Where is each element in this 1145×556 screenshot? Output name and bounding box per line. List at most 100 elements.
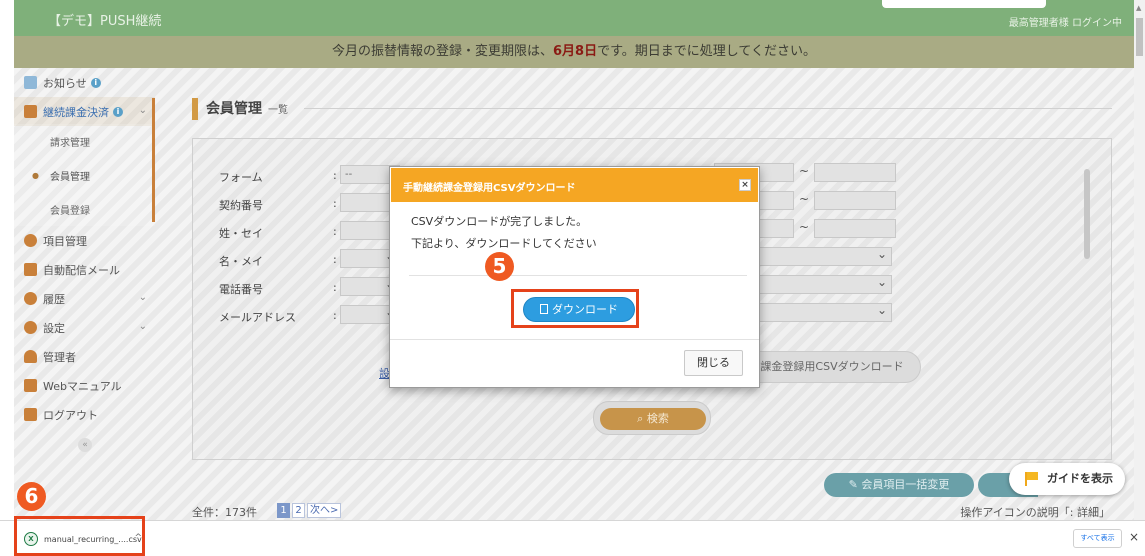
active-indicator [152,98,155,222]
icon-legend: 操作アイコンの説明「: 詳細」 [960,506,1110,519]
chevron-down-icon: ⌄ [138,292,147,303]
page-2[interactable]: 2 [292,503,305,518]
search-button-inner[interactable]: ⌕ 検索 [600,408,706,430]
info-icon: i [90,77,101,88]
close-download-bar-icon[interactable]: × [1129,530,1139,544]
form-label-last-name: 姓・セイ [219,227,263,240]
sidebar-item-label: 管理者 [43,350,76,364]
sidebar-subitem-register[interactable]: 会員登録 [14,192,155,226]
page-title-text: 会員管理 [206,101,262,117]
range-to-input[interactable] [814,163,896,182]
sidebar-item-label: Webマニュアル [43,379,122,393]
close-icon[interactable]: × [739,179,751,191]
chevron-down-icon: ⌄ [138,321,147,332]
form-colon: : [333,197,337,210]
step-badge-6: 6 [17,482,46,511]
top-bar: 【デモ】PUSH継続 最高管理者様 ログイン中 [14,0,1134,36]
show-guide-label: ガイドを表示 [1047,472,1113,485]
csv-download-modal: 手動継続課金登録用CSVダウンロード × CSVダウンロードが完了しました。 下… [389,166,760,388]
window-scrollbar-thumb[interactable] [1136,18,1143,56]
user-icon: ● [32,170,39,180]
range-to-input[interactable] [814,219,896,238]
modal-divider [409,275,747,276]
modal-header: 手動継続課金登録用CSVダウンロード × [391,168,758,202]
form-colon: : [333,169,337,182]
bulk-edit-button[interactable]: ✎ 会員項目一括変更 [824,473,974,497]
page-title: 会員管理 一覧 [192,98,288,120]
chart-icon [24,76,37,89]
sidebar-item-auto-mail[interactable]: 自動配信メール [14,255,155,284]
notice-deadline: 6月8日 [553,44,598,59]
sidebar-item-recurring-billing[interactable]: 継続課金決済 i ⌄ [14,97,155,126]
cubes-icon [24,234,37,247]
collapse-sidebar-button[interactable]: « [78,438,92,452]
card-icon [24,105,37,118]
search-button-label: 検索 [646,412,669,425]
show-guide-button[interactable]: ガイドを表示 [1009,463,1125,495]
search-button[interactable]: ⌕ 検索 [593,401,711,435]
modal-footer-divider [390,339,759,340]
sidebar-item-admins[interactable]: 管理者 [14,342,155,371]
deadline-notice: 今月の振替情報の登録・変更期限は、6月8日です。期日までに処理してください。 [14,36,1134,68]
form-colon: : [333,225,337,238]
mail-icon [24,263,37,276]
history-icon [24,292,37,305]
sidebar-item-label: ログアウト [43,408,98,422]
pagination: 1 2 次へ> [277,503,342,518]
flag-icon [1025,472,1039,486]
range-tilde: ~ [799,220,810,234]
sidebar-item-news[interactable]: お知らせ i [14,68,155,97]
sidebar-item-label: 設定 [43,321,65,335]
sidebar-subitem-label: 請求管理 [50,137,90,149]
sidebar-item-label: 履歴 [43,292,65,306]
page-1[interactable]: 1 [277,503,290,518]
highlight-downloaded-file [14,516,145,556]
browser-download-bar: X manual_recurring_....csv ^ すべて表示 × [0,520,1145,556]
sidebar-subitem-label: 会員管理 [50,171,90,183]
notice-text-after: です。期日までに処理してください。 [597,44,817,59]
sidebar-subitem-billing[interactable]: 請求管理 [14,124,155,158]
highlight-download-button [511,289,639,328]
sidebar-item-settings[interactable]: 設定 ⌄ [14,313,155,342]
sidebar-item-logout[interactable]: ログアウト [14,400,155,429]
range-tilde: ~ [799,192,810,206]
sidebar-item-history[interactable]: 履歴 ⌄ [14,284,155,313]
form-colon: : [333,253,337,266]
next-page-link[interactable]: 次へ> [307,503,342,518]
scroll-up-icon[interactable]: ▲ [1136,4,1141,12]
brand-title[interactable]: 【デモ】PUSH継続 [48,10,161,29]
login-status[interactable]: 最高管理者様 ログイン中 [1009,14,1122,29]
sidebar-item-manual[interactable]: Webマニュアル [14,371,155,400]
sidebar-item-fields[interactable]: 項目管理 [14,226,155,255]
form-colon: : [333,309,337,322]
form-label-contract-no: 契約番号 [219,199,263,212]
form-label-phone: 電話番号 [219,283,263,296]
result-count: 全件：173件 [192,506,257,519]
scrollbar-thumb[interactable] [1084,169,1090,259]
step-badge-5: 5 [485,252,514,281]
sidebar-item-label: 項目管理 [43,234,87,248]
form-scrollbar[interactable] [1083,161,1091,331]
sidebar-item-label: お知らせ [43,76,87,90]
book-icon [24,379,37,392]
info-icon: i [113,106,123,117]
modal-message-instruction: 下記より、ダウンロードしてください [411,237,597,250]
sidebar-item-label: 継続課金決済 [43,105,109,119]
gear-icon [24,321,37,334]
page-subtitle: 一覧 [268,105,288,116]
csv-download-button[interactable]: 課金登録用CSVダウンロード [743,351,921,383]
form-colon: : [333,281,337,294]
chevron-down-icon: ⌄ [138,105,147,116]
modal-close-button[interactable]: 閉じる [684,350,743,376]
show-all-downloads-button[interactable]: すべて表示 [1073,529,1122,548]
sidebar-subitem-label: 会員登録 [50,205,90,217]
range-to-input[interactable] [814,191,896,210]
header-tab [882,0,1046,8]
modal-message-complete: CSVダウンロードが完了しました。 [411,215,588,228]
form-label-email: メールアドレス [219,311,296,324]
window-scrollbar[interactable]: ▲ [1134,0,1145,520]
sidebar: お知らせ i 継続課金決済 i ⌄ 請求管理 ● 会員管理 会員登録 項目管理 … [14,68,155,520]
sidebar-subitem-members[interactable]: ● 会員管理 [14,158,155,192]
sidebar-item-label: 自動配信メール [43,263,120,277]
form-label-first-name: 名・メイ [219,255,263,268]
